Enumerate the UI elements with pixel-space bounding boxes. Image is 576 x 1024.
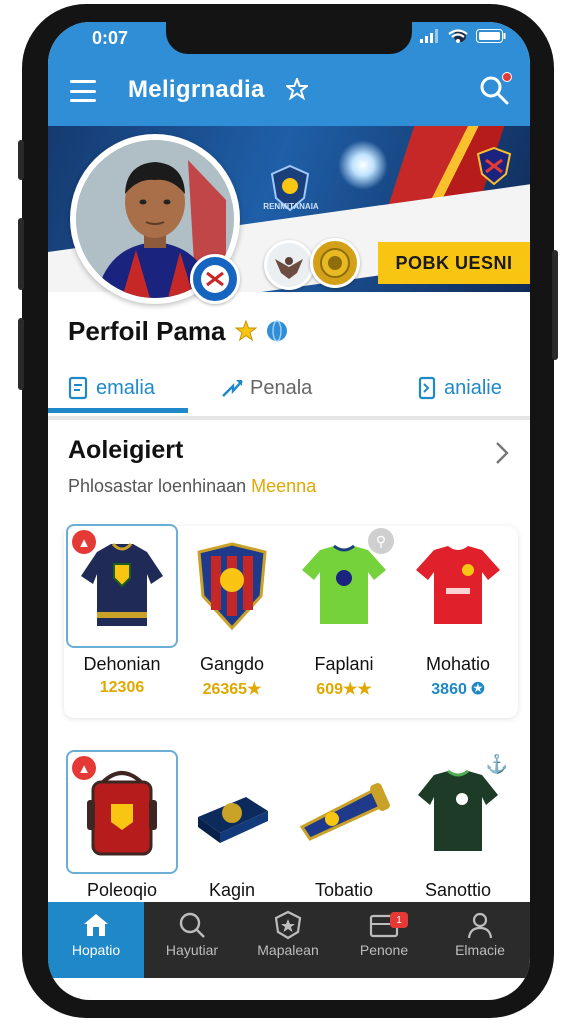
nav-home[interactable]: Hopatio [48,902,144,978]
tab-penala[interactable]: Penala [220,368,312,408]
gold-star-icon [234,319,258,342]
nav-profile[interactable]: Elmacie [432,908,528,958]
lock-icon: ⚲ [368,528,394,554]
nav-label: Penone [359,942,409,958]
item-name: Gangdo [199,654,265,674]
person-icon [467,912,493,939]
document-icon [68,376,88,400]
club-badge-icon [190,254,240,304]
wifi-icon [448,29,468,43]
cta-button[interactable]: POBK UESNI [378,242,530,284]
badge-icon [274,910,302,940]
green-jersey-icon [302,544,386,624]
nav-inbox[interactable]: 1 Penone [336,908,432,958]
hot-badge-icon: ▲ [72,756,96,780]
item-image [288,750,400,874]
item-image: ⚲ [288,524,400,648]
item-card[interactable]: ⚓ Sanottio [402,750,514,901]
team-crest-icon [476,146,512,186]
volume-down-button [18,318,24,390]
item-price: 609★★ [316,681,372,698]
profile-title: Perfoil Pama [68,316,288,347]
item-image: ⚓ [402,750,514,874]
subtitle-text: Phlosastar loenhinaan [68,476,247,496]
link-icon: ⚓ [485,754,508,774]
home-icon [84,914,108,936]
item-name: Faplani [314,654,374,674]
item-card[interactable]: ▲ Dehonian 12306 [66,524,178,697]
item-name: Dehonian [83,654,161,674]
home-indicator[interactable] [208,986,370,992]
crest-caption: RENMITANAIA [263,202,319,211]
item-card[interactable]: Tobatio [288,750,400,901]
nav-label: Mapalean [257,942,319,958]
red-jersey-icon [416,546,500,624]
search-icon [179,912,205,938]
app-header: 0:07 Meligrnadia [48,22,530,126]
item-price: 26365★ [202,681,262,698]
bottom-nav: Hopatio Hayutiar Mapalean 1 Penone Elmac… [48,902,530,978]
item-card[interactable]: ⚲ Faplani 609★★ [288,524,400,699]
menu-button[interactable] [70,80,96,102]
profile-name: Perfoil Pama [68,316,226,346]
battery-icon [476,29,506,43]
status-icons [420,29,506,43]
item-image [176,524,288,648]
active-tab-indicator [48,408,188,413]
tab-label: Penala [250,376,313,399]
chevron-right-icon[interactable] [494,440,510,466]
item-name: Sanottio [424,880,492,900]
tab-label: emalia [96,376,155,399]
notch [166,22,466,54]
jacket-icon [81,542,163,626]
shield-icon [197,542,267,631]
item-image: ▲ [66,524,178,648]
scarf-icon [299,783,390,841]
nav-label: Hayutiar [165,942,219,958]
item-name: Mohatio [425,654,491,674]
nav-badge: 1 [390,912,408,928]
item-price: 3860 ✪ [431,681,485,698]
item-image [402,524,514,648]
volume-up-button [18,218,24,290]
tab-anialie[interactable]: anialie [418,368,502,408]
power-button [552,250,558,360]
star-icon [286,78,308,100]
item-card[interactable]: ▲ Poleoqio [66,750,178,901]
nav-search[interactable]: Hayutiar [144,908,240,958]
item-card[interactable]: Kagin [176,750,288,901]
tab-label: anialie [444,376,502,399]
tab-emalia[interactable]: emalia [68,368,155,408]
eagle-badge-icon [264,240,314,290]
hot-badge-icon: ▲ [72,530,96,554]
nav-label: Hopatio [71,942,121,958]
notification-dot [502,72,512,82]
dark-jersey-icon [418,769,498,851]
share-icon [222,380,243,397]
item-price: 12306 [99,679,145,696]
section-title: Aoleigiert [68,436,184,464]
item-card[interactable]: Gangdo 26365★ [176,524,288,699]
signal-icon [420,29,438,43]
nav-badges[interactable]: Mapalean [240,908,336,958]
item-card[interactable]: Mohatio 3860 ✪ [402,524,514,699]
bag-icon [87,771,157,856]
globe-icon [266,320,287,342]
app-title: Meligrnadia [128,76,265,103]
item-name: Tobatio [314,880,374,900]
status-time: 0:07 [92,28,129,48]
app-screen: 0:07 Meligrnadia RENMITANAIA POBK UESNI … [48,22,530,1000]
item-name: Poleoqio [86,880,158,900]
info-box-icon [418,376,436,400]
item-image [176,750,288,874]
mute-switch [18,140,24,180]
stadium-light [338,140,388,190]
gold-coin-icon [310,238,360,288]
card-box-icon [198,797,268,843]
item-name: Kagin [208,880,256,900]
subtitle-accent: Meenna [251,476,317,496]
nav-label: Elmacie [455,942,505,958]
item-image: ▲ [66,750,178,874]
section-subtitle: Phlosastar loenhinaan Meenna [68,476,316,497]
